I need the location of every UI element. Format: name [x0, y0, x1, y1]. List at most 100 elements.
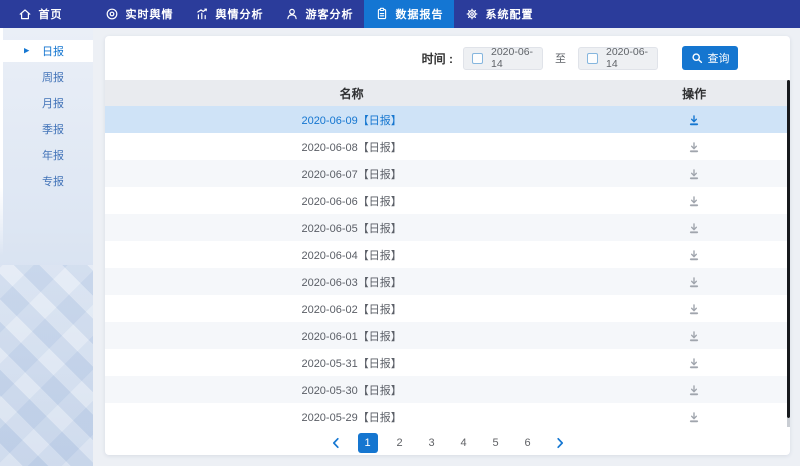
download-icon [688, 141, 700, 153]
page-button[interactable]: 3 [422, 433, 442, 453]
calendar-checkbox-icon [587, 53, 598, 64]
download-button[interactable] [598, 222, 790, 234]
sidebar-item-label: 年报 [42, 147, 64, 163]
table-row[interactable]: 2020-06-07【日报】 [105, 160, 790, 187]
download-icon [688, 357, 700, 369]
table-row[interactable]: 2020-05-29【日报】 [105, 403, 790, 430]
sidebar-item-label: 专报 [42, 173, 64, 189]
start-date-input[interactable]: 2020-06-14 [463, 47, 543, 70]
download-button[interactable] [598, 357, 790, 369]
filter-row: 时间 : 2020-06-14 至 2020-06-14 [105, 36, 790, 80]
search-button-label: 查询 [708, 50, 730, 66]
sidebar: ▶ 日报 周报 月报 季报 年报 专报 [0, 28, 93, 466]
table-row[interactable]: 2020-06-09【日报】 [105, 106, 790, 133]
app-window: 首页 实时舆情 舆情分析 [0, 0, 800, 466]
table-row[interactable]: 2020-06-03【日报】 [105, 268, 790, 295]
main-area: ▶ 日报 周报 月报 季报 年报 专报 [0, 28, 800, 466]
report-name-link[interactable]: 2020-06-02【日报】 [105, 301, 598, 317]
report-name-link[interactable]: 2020-06-08【日报】 [105, 139, 598, 155]
report-name-link[interactable]: 2020-06-06【日报】 [105, 193, 598, 209]
nav-item-realtime[interactable]: 实时舆情 [94, 0, 184, 28]
sidebar-item-yearly-report[interactable]: 年报 [0, 143, 93, 166]
chevron-right-icon[interactable] [550, 433, 570, 453]
user-icon [285, 7, 299, 21]
download-icon [688, 114, 700, 126]
report-name-link[interactable]: 2020-06-09【日报】 [105, 112, 598, 128]
report-name-link[interactable]: 2020-05-31【日报】 [105, 355, 598, 371]
sidebar-item-weekly-report[interactable]: 周报 [0, 65, 93, 88]
download-icon [688, 384, 700, 396]
download-icon [688, 330, 700, 342]
nav-item-visitor[interactable]: 游客分析 [274, 0, 364, 28]
pagination: 1 2 3 4 5 6 [105, 430, 790, 455]
nav-item-label: 实时舆情 [126, 6, 174, 22]
search-icon [691, 52, 703, 64]
table-row[interactable]: 2020-06-01【日报】 [105, 322, 790, 349]
sidebar-item-daily-report[interactable]: ▶ 日报 [0, 40, 93, 62]
nav-item-label: 数据报告 [396, 6, 444, 22]
search-button[interactable]: 查询 [682, 46, 738, 70]
date-range-to-label: 至 [555, 50, 566, 66]
nav-item-label: 首页 [39, 6, 63, 22]
nav-item-settings[interactable]: 系统配置 [454, 0, 544, 28]
table-row[interactable]: 2020-06-02【日报】 [105, 295, 790, 322]
report-table: 名称 操作 2020-06-09【日报】 [105, 80, 790, 430]
table-body: 2020-06-09【日报】 [105, 106, 790, 430]
report-name-link[interactable]: 2020-06-03【日报】 [105, 274, 598, 290]
download-icon [688, 168, 700, 180]
sidebar-item-monthly-report[interactable]: 月报 [0, 91, 93, 114]
sidebar-item-label: 周报 [42, 69, 64, 85]
column-header-name: 名称 [105, 85, 598, 102]
nav-item-home[interactable]: 首页 [0, 0, 80, 28]
download-button[interactable] [598, 195, 790, 207]
download-button[interactable] [598, 114, 790, 126]
page-button[interactable]: 5 [486, 433, 506, 453]
page-button[interactable]: 2 [390, 433, 410, 453]
scrollbar[interactable] [787, 80, 790, 418]
report-card: 时间 : 2020-06-14 至 2020-06-14 [105, 36, 790, 455]
end-date-input[interactable]: 2020-06-14 [578, 47, 658, 70]
table-row[interactable]: 2020-06-05【日报】 [105, 214, 790, 241]
download-button[interactable] [598, 303, 790, 315]
start-date-value: 2020-06-14 [491, 46, 534, 70]
table-row[interactable]: 2020-06-08【日报】 [105, 133, 790, 160]
page-button[interactable]: 6 [518, 433, 538, 453]
download-icon [688, 222, 700, 234]
report-name-link[interactable]: 2020-05-29【日报】 [105, 409, 598, 425]
table-row[interactable]: 2020-06-04【日报】 [105, 241, 790, 268]
report-name-link[interactable]: 2020-05-30【日报】 [105, 382, 598, 398]
download-icon [688, 303, 700, 315]
sidebar-item-special-report[interactable]: 专报 [0, 169, 93, 192]
page-button[interactable]: 4 [454, 433, 474, 453]
report-name-link[interactable]: 2020-06-05【日报】 [105, 220, 598, 236]
clipboard-icon [375, 7, 389, 21]
table-row[interactable]: 2020-05-30【日报】 [105, 376, 790, 403]
nav-item-analysis[interactable]: 舆情分析 [184, 0, 274, 28]
report-name-link[interactable]: 2020-06-04【日报】 [105, 247, 598, 263]
chevron-left-icon[interactable] [326, 433, 346, 453]
download-button[interactable] [598, 276, 790, 288]
download-button[interactable] [598, 384, 790, 396]
end-date-value: 2020-06-14 [606, 46, 649, 70]
report-name-link[interactable]: 2020-06-01【日报】 [105, 328, 598, 344]
download-button[interactable] [598, 249, 790, 261]
sidebar-item-quarterly-report[interactable]: 季报 [0, 117, 93, 140]
column-header-action: 操作 [598, 85, 790, 102]
eye-icon [105, 7, 119, 21]
download-button[interactable] [598, 411, 790, 423]
table-row[interactable]: 2020-06-06【日报】 [105, 187, 790, 214]
download-icon [688, 195, 700, 207]
top-navbar: 首页 实时舆情 舆情分析 [0, 0, 800, 28]
table-row[interactable]: 2020-05-31【日报】 [105, 349, 790, 376]
table-header: 名称 操作 [105, 80, 790, 106]
gear-icon [465, 7, 479, 21]
page-button[interactable]: 1 [358, 433, 378, 453]
nav-item-data-report[interactable]: 数据报告 [364, 0, 454, 28]
calendar-checkbox-icon [472, 53, 483, 64]
sidebar-item-label: 日报 [42, 43, 64, 59]
download-button[interactable] [598, 141, 790, 153]
download-button[interactable] [598, 330, 790, 342]
sidebar-list: ▶ 日报 周报 月报 季报 年报 专报 [0, 28, 93, 192]
report-name-link[interactable]: 2020-06-07【日报】 [105, 166, 598, 182]
download-button[interactable] [598, 168, 790, 180]
